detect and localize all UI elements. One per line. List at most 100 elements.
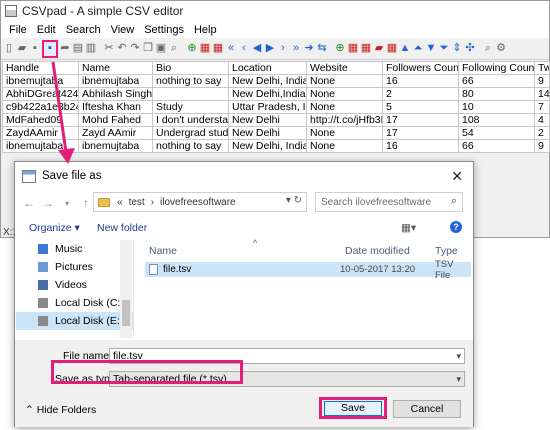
print-icon[interactable]: ▤ bbox=[72, 42, 84, 56]
nav-item-disk-e[interactable]: Local Disk (E:) bbox=[16, 312, 133, 330]
grid-red-icon[interactable]: ▦ bbox=[212, 42, 224, 56]
table-cell[interactable]: Iftesha Khan bbox=[78, 100, 153, 114]
scroll-thumb[interactable] bbox=[122, 300, 130, 326]
table-cell[interactable]: New Delhi, India bbox=[228, 139, 307, 153]
table-cell[interactable]: New Delhi, India bbox=[228, 74, 307, 88]
add-row-icon[interactable]: ⊕ bbox=[186, 42, 198, 56]
comment-icon[interactable]: ▰ bbox=[373, 42, 385, 56]
cut-icon[interactable]: ✂ bbox=[103, 42, 115, 56]
open-folder-icon[interactable]: ▰ bbox=[16, 42, 28, 56]
chevron-down-icon[interactable]: ▾ bbox=[456, 349, 461, 363]
table-cell[interactable]: None bbox=[306, 100, 383, 114]
table-cell[interactable]: ibnemujtaba bbox=[78, 74, 153, 88]
column-type-header[interactable]: Type bbox=[435, 245, 458, 257]
table-cell[interactable] bbox=[152, 87, 229, 101]
move-right-double-icon[interactable]: » bbox=[290, 42, 302, 56]
table-cell[interactable]: Uttar Pradesh, In bbox=[228, 100, 307, 114]
forward-arrow-icon[interactable]: → bbox=[40, 196, 56, 210]
table-cell[interactable]: Abhilash Singh bbox=[78, 87, 153, 101]
breadcrumb-ilovefreesoftware[interactable]: ilovefreesoftware bbox=[160, 197, 236, 208]
table-cell[interactable]: None bbox=[306, 87, 383, 101]
menu-settings[interactable]: Settings bbox=[139, 24, 189, 36]
table-cell[interactable]: 4 bbox=[534, 113, 550, 127]
move-down-icon[interactable]: ▼ bbox=[425, 42, 437, 56]
move-up-icon[interactable]: ▲ bbox=[399, 42, 411, 56]
column-red-icon[interactable]: ▦ bbox=[360, 42, 372, 56]
column-date-header[interactable]: Date modified bbox=[345, 245, 410, 257]
column-header[interactable]: Following Count bbox=[458, 61, 535, 75]
column-header[interactable]: Bio bbox=[152, 61, 229, 75]
table-cell[interactable]: 16 bbox=[382, 74, 459, 88]
hide-folders-toggle[interactable]: ⌃ Hide Folders bbox=[25, 404, 96, 416]
find-icon[interactable]: ⌕ bbox=[168, 42, 180, 56]
table-cell[interactable]: AbhiDGreat4241 bbox=[2, 87, 79, 101]
table-cell[interactable]: New Delhi bbox=[228, 126, 307, 140]
table-cell[interactable]: ibnemujtaba bbox=[78, 139, 153, 153]
paste-icon[interactable]: ▣ bbox=[155, 42, 167, 56]
address-bar[interactable]: « test › ilovefreesoftware ▾ ↻ bbox=[93, 192, 307, 212]
redo-icon[interactable]: ↷ bbox=[129, 42, 141, 56]
chevron-down-icon[interactable]: ▾ bbox=[456, 372, 461, 386]
nav-item-disk-c[interactable]: Local Disk (C:) bbox=[16, 294, 133, 312]
export-icon[interactable]: ➦ bbox=[59, 42, 71, 56]
table-cell[interactable]: MdFahed09 bbox=[2, 113, 79, 127]
help-icon[interactable]: ? bbox=[450, 221, 462, 233]
settings-icon[interactable]: ⚙ bbox=[495, 42, 507, 56]
move-left-icon[interactable]: « bbox=[225, 42, 237, 56]
arrow-forward-icon[interactable]: ➜ bbox=[303, 42, 315, 56]
table-cell[interactable]: 10 bbox=[458, 100, 535, 114]
table-cell[interactable]: 9 bbox=[534, 74, 550, 88]
search-input[interactable]: Search ilovefreesoftware ⌕ bbox=[315, 192, 463, 212]
table-cell[interactable]: 2 bbox=[534, 126, 550, 140]
table-cell[interactable]: Study bbox=[152, 100, 229, 114]
table-cell[interactable]: 14 bbox=[534, 87, 550, 101]
column-header[interactable]: Website bbox=[306, 61, 383, 75]
menu-help[interactable]: Help bbox=[189, 24, 222, 36]
move-down2-icon[interactable]: ⏷ bbox=[438, 42, 450, 56]
nav-scrollbar[interactable] bbox=[120, 240, 132, 338]
new-file-icon[interactable]: ▯ bbox=[3, 42, 15, 56]
table-cell[interactable]: ibnemujtaba bbox=[2, 74, 79, 88]
menu-file[interactable]: File bbox=[4, 24, 32, 36]
arrow-left-icon[interactable]: ◀ bbox=[251, 42, 263, 56]
back-arrow-icon[interactable]: ← bbox=[21, 196, 37, 210]
table-cell[interactable]: 66 bbox=[458, 74, 535, 88]
menu-view[interactable]: View bbox=[106, 24, 140, 36]
arrow-swap-icon[interactable]: ⇆ bbox=[316, 42, 328, 56]
move-right-icon[interactable]: › bbox=[277, 42, 289, 56]
column-grid-icon[interactable]: ▦ bbox=[347, 42, 359, 56]
table-cell[interactable]: New Delhi bbox=[228, 113, 307, 127]
table-cell[interactable]: 54 bbox=[458, 126, 535, 140]
table-cell[interactable]: ibnemujtaba bbox=[2, 139, 79, 153]
nav-item-videos[interactable]: Videos bbox=[16, 276, 133, 294]
close-icon[interactable]: ✕ bbox=[451, 168, 463, 185]
table-cell[interactable]: I don't understan bbox=[152, 113, 229, 127]
column-header[interactable]: Tw bbox=[534, 61, 550, 75]
up-arrow-icon[interactable]: ↑ bbox=[78, 196, 94, 210]
column-header[interactable]: Location bbox=[228, 61, 307, 75]
column-header[interactable]: Handle bbox=[2, 61, 79, 75]
move-left-double-icon[interactable]: ‹ bbox=[238, 42, 250, 56]
table-cell[interactable]: http://t.co/jHfb3F bbox=[306, 113, 383, 127]
new-folder-button[interactable]: New folder bbox=[97, 222, 147, 234]
search-icon[interactable]: ⌕ bbox=[451, 195, 457, 208]
table-cell[interactable]: 2 bbox=[382, 87, 459, 101]
save-icon[interactable]: ▪ bbox=[42, 39, 58, 58]
nav-item-music[interactable]: Music bbox=[16, 240, 133, 258]
column-header[interactable]: Followers Count bbox=[382, 61, 459, 75]
table-cell[interactable]: nothing to say bbox=[152, 139, 229, 153]
refresh-icon[interactable]: ▾ ↻ bbox=[286, 195, 302, 206]
table-cell[interactable]: 108 bbox=[458, 113, 535, 127]
file-row[interactable]: file.tsv 10-05-2017 13:20 TSV File bbox=[145, 259, 471, 281]
table-cell[interactable]: New Delhi,India bbox=[228, 87, 307, 101]
table-cell[interactable]: None bbox=[306, 126, 383, 140]
column-name-header[interactable]: Name bbox=[149, 245, 177, 257]
add-column-icon[interactable]: ⊕ bbox=[334, 42, 346, 56]
move-up2-icon[interactable]: ⏶ bbox=[412, 42, 424, 56]
undo-icon[interactable]: ↶ bbox=[116, 42, 128, 56]
cancel-button[interactable]: Cancel bbox=[393, 400, 461, 418]
table-cell[interactable]: nothing to say bbox=[152, 74, 229, 88]
table-cell[interactable]: 17 bbox=[382, 113, 459, 127]
menu-edit[interactable]: Edit bbox=[32, 24, 61, 36]
table-cell[interactable]: 17 bbox=[382, 126, 459, 140]
